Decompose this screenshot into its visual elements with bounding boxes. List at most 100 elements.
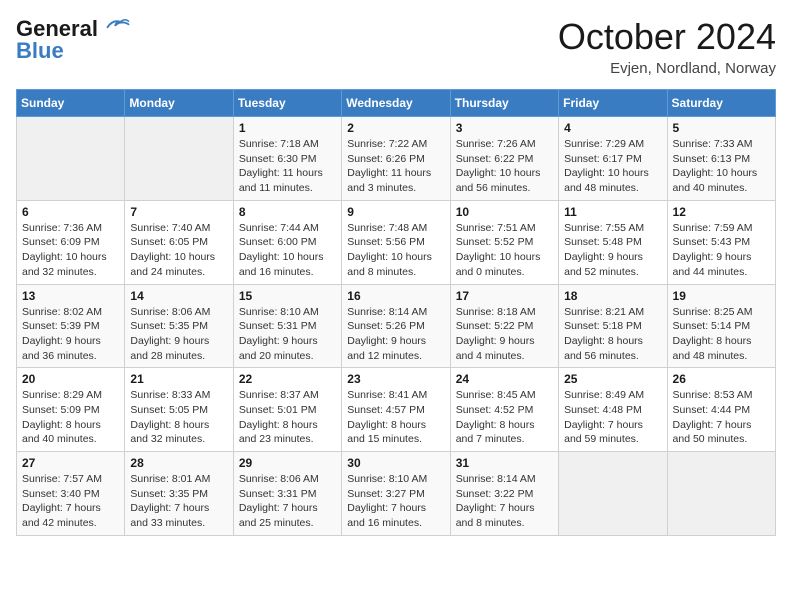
day-detail: Sunrise: 8:25 AM Sunset: 5:14 PM Dayligh… — [673, 305, 770, 364]
calendar-cell: 27 Sunrise: 7:57 AM Sunset: 3:40 PM Dayli… — [17, 452, 125, 536]
day-number: 21 — [130, 372, 227, 386]
week-row-3: 13 Sunrise: 8:02 AM Sunset: 5:39 PM Dayli… — [17, 284, 776, 368]
calendar-cell: 10 Sunrise: 7:51 AM Sunset: 5:52 PM Dayli… — [450, 200, 558, 284]
day-number: 2 — [347, 121, 444, 135]
day-detail: Sunrise: 8:10 AM Sunset: 5:31 PM Dayligh… — [239, 305, 336, 364]
day-number: 6 — [22, 205, 119, 219]
header-row: SundayMondayTuesdayWednesdayThursdayFrid… — [17, 90, 776, 117]
calendar-cell — [125, 117, 233, 201]
header-day-monday: Monday — [125, 90, 233, 117]
day-detail: Sunrise: 8:02 AM Sunset: 5:39 PM Dayligh… — [22, 305, 119, 364]
day-number: 20 — [22, 372, 119, 386]
day-detail: Sunrise: 8:18 AM Sunset: 5:22 PM Dayligh… — [456, 305, 553, 364]
calendar-cell: 25 Sunrise: 8:49 AM Sunset: 4:48 PM Dayli… — [559, 368, 667, 452]
day-number: 4 — [564, 121, 661, 135]
day-detail: Sunrise: 8:06 AM Sunset: 5:35 PM Dayligh… — [130, 305, 227, 364]
day-detail: Sunrise: 7:18 AM Sunset: 6:30 PM Dayligh… — [239, 137, 336, 196]
calendar-cell: 16 Sunrise: 8:14 AM Sunset: 5:26 PM Dayli… — [342, 284, 450, 368]
day-detail: Sunrise: 8:14 AM Sunset: 5:26 PM Dayligh… — [347, 305, 444, 364]
header: General Blue October 2024 Evjen, Nordlan… — [16, 16, 776, 77]
calendar-cell: 6 Sunrise: 7:36 AM Sunset: 6:09 PM Daylig… — [17, 200, 125, 284]
day-number: 28 — [130, 456, 227, 470]
day-number: 22 — [239, 372, 336, 386]
day-number: 26 — [673, 372, 770, 386]
day-number: 5 — [673, 121, 770, 135]
day-number: 23 — [347, 372, 444, 386]
day-detail: Sunrise: 7:55 AM Sunset: 5:48 PM Dayligh… — [564, 221, 661, 280]
calendar-cell — [667, 452, 775, 536]
day-detail: Sunrise: 8:06 AM Sunset: 3:31 PM Dayligh… — [239, 472, 336, 531]
day-detail: Sunrise: 8:49 AM Sunset: 4:48 PM Dayligh… — [564, 388, 661, 447]
calendar-cell: 30 Sunrise: 8:10 AM Sunset: 3:27 PM Dayli… — [342, 452, 450, 536]
day-detail: Sunrise: 7:59 AM Sunset: 5:43 PM Dayligh… — [673, 221, 770, 280]
day-detail: Sunrise: 8:37 AM Sunset: 5:01 PM Dayligh… — [239, 388, 336, 447]
calendar-cell: 9 Sunrise: 7:48 AM Sunset: 5:56 PM Daylig… — [342, 200, 450, 284]
day-number: 11 — [564, 205, 661, 219]
calendar-cell: 29 Sunrise: 8:06 AM Sunset: 3:31 PM Dayli… — [233, 452, 341, 536]
calendar-cell: 28 Sunrise: 8:01 AM Sunset: 3:35 PM Dayli… — [125, 452, 233, 536]
day-number: 30 — [347, 456, 444, 470]
calendar-cell: 13 Sunrise: 8:02 AM Sunset: 5:39 PM Dayli… — [17, 284, 125, 368]
calendar-cell: 4Sunrise: 7:29 AM Sunset: 6:17 PM Daylig… — [559, 117, 667, 201]
calendar-cell: 3 Sunrise: 7:26 AM Sunset: 6:22 PM Daylig… — [450, 117, 558, 201]
logo-text-blue: Blue — [16, 38, 64, 64]
title-area: October 2024 Evjen, Nordland, Norway — [558, 16, 776, 77]
calendar-cell: 22 Sunrise: 8:37 AM Sunset: 5:01 PM Dayli… — [233, 368, 341, 452]
day-detail: Sunrise: 7:57 AM Sunset: 3:40 PM Dayligh… — [22, 472, 119, 531]
calendar-cell: 2Sunrise: 7:22 AM Sunset: 6:26 PM Daylig… — [342, 117, 450, 201]
day-number: 25 — [564, 372, 661, 386]
day-detail: Sunrise: 7:44 AM Sunset: 6:00 PM Dayligh… — [239, 221, 336, 280]
calendar-cell — [17, 117, 125, 201]
day-number: 17 — [456, 289, 553, 303]
header-day-sunday: Sunday — [17, 90, 125, 117]
week-row-4: 20 Sunrise: 8:29 AM Sunset: 5:09 PM Dayli… — [17, 368, 776, 452]
day-detail: Sunrise: 7:40 AM Sunset: 6:05 PM Dayligh… — [130, 221, 227, 280]
logo-bird-icon — [100, 16, 130, 34]
day-detail: Sunrise: 8:29 AM Sunset: 5:09 PM Dayligh… — [22, 388, 119, 447]
day-detail: Sunrise: 8:01 AM Sunset: 3:35 PM Dayligh… — [130, 472, 227, 531]
calendar-cell: 31Sunrise: 8:14 AM Sunset: 3:22 PM Dayli… — [450, 452, 558, 536]
calendar-cell: 7 Sunrise: 7:40 AM Sunset: 6:05 PM Daylig… — [125, 200, 233, 284]
day-number: 13 — [22, 289, 119, 303]
calendar-cell: 24Sunrise: 8:45 AM Sunset: 4:52 PM Dayli… — [450, 368, 558, 452]
day-number: 7 — [130, 205, 227, 219]
calendar-cell: 23Sunrise: 8:41 AM Sunset: 4:57 PM Dayli… — [342, 368, 450, 452]
calendar-cell: 19 Sunrise: 8:25 AM Sunset: 5:14 PM Dayli… — [667, 284, 775, 368]
day-number: 8 — [239, 205, 336, 219]
day-detail: Sunrise: 7:48 AM Sunset: 5:56 PM Dayligh… — [347, 221, 444, 280]
logo: General Blue — [16, 16, 130, 64]
calendar-table: SundayMondayTuesdayWednesdayThursdayFrid… — [16, 89, 776, 536]
calendar-cell: 15 Sunrise: 8:10 AM Sunset: 5:31 PM Dayli… — [233, 284, 341, 368]
calendar-cell: 21Sunrise: 8:33 AM Sunset: 5:05 PM Dayli… — [125, 368, 233, 452]
calendar-cell: 26 Sunrise: 8:53 AM Sunset: 4:44 PM Dayli… — [667, 368, 775, 452]
day-detail: Sunrise: 7:51 AM Sunset: 5:52 PM Dayligh… — [456, 221, 553, 280]
day-number: 31 — [456, 456, 553, 470]
week-row-5: 27 Sunrise: 7:57 AM Sunset: 3:40 PM Dayli… — [17, 452, 776, 536]
week-row-1: 1 Sunrise: 7:18 AM Sunset: 6:30 PM Daylig… — [17, 117, 776, 201]
day-number: 12 — [673, 205, 770, 219]
calendar-cell: 18Sunrise: 8:21 AM Sunset: 5:18 PM Dayli… — [559, 284, 667, 368]
day-detail: Sunrise: 8:21 AM Sunset: 5:18 PM Dayligh… — [564, 305, 661, 364]
day-number: 19 — [673, 289, 770, 303]
day-number: 10 — [456, 205, 553, 219]
day-detail: Sunrise: 8:10 AM Sunset: 3:27 PM Dayligh… — [347, 472, 444, 531]
calendar-header: SundayMondayTuesdayWednesdayThursdayFrid… — [17, 90, 776, 117]
header-day-tuesday: Tuesday — [233, 90, 341, 117]
header-day-friday: Friday — [559, 90, 667, 117]
location-subtitle: Evjen, Nordland, Norway — [558, 60, 776, 77]
calendar-cell: 5Sunrise: 7:33 AM Sunset: 6:13 PM Daylig… — [667, 117, 775, 201]
day-number: 15 — [239, 289, 336, 303]
day-detail: Sunrise: 7:26 AM Sunset: 6:22 PM Dayligh… — [456, 137, 553, 196]
calendar-cell: 12 Sunrise: 7:59 AM Sunset: 5:43 PM Dayli… — [667, 200, 775, 284]
day-detail: Sunrise: 7:36 AM Sunset: 6:09 PM Dayligh… — [22, 221, 119, 280]
day-number: 9 — [347, 205, 444, 219]
calendar-cell: 11 Sunrise: 7:55 AM Sunset: 5:48 PM Dayli… — [559, 200, 667, 284]
calendar-cell: 14Sunrise: 8:06 AM Sunset: 5:35 PM Dayli… — [125, 284, 233, 368]
day-number: 27 — [22, 456, 119, 470]
header-day-thursday: Thursday — [450, 90, 558, 117]
day-number: 3 — [456, 121, 553, 135]
day-number: 16 — [347, 289, 444, 303]
day-number: 29 — [239, 456, 336, 470]
day-number: 1 — [239, 121, 336, 135]
day-detail: Sunrise: 8:53 AM Sunset: 4:44 PM Dayligh… — [673, 388, 770, 447]
